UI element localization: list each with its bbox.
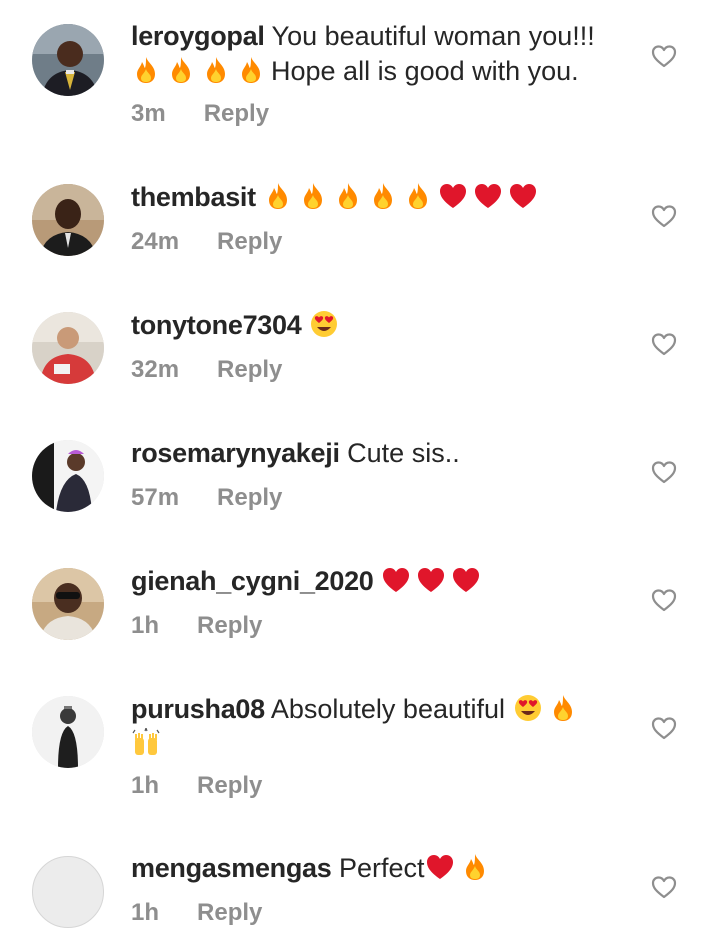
heart-outline-icon[interactable] [651, 44, 677, 68]
comment-meta: 1h Reply [131, 612, 262, 640]
comment-meta: 3m Reply [131, 100, 269, 128]
comment-meta: 1h Reply [131, 772, 262, 800]
avatar[interactable] [32, 856, 104, 928]
avatar[interactable] [32, 184, 104, 256]
fire-icon [333, 181, 363, 211]
reply-button[interactable]: Reply [204, 100, 269, 127]
comment-text: Perfect [339, 853, 425, 883]
comment-body: thembasit [131, 180, 611, 215]
heart-outline-icon[interactable] [651, 588, 677, 612]
reply-button[interactable]: Reply [197, 772, 262, 799]
comment-username[interactable]: mengasmengas [131, 853, 332, 883]
comment-time: 1h [131, 899, 160, 926]
comment-username[interactable]: thembasit [131, 182, 256, 212]
comment-body: gienah_cygni_2020 [131, 564, 611, 599]
fire-icon [403, 181, 433, 211]
red-heart-icon [451, 565, 481, 595]
avatar[interactable] [32, 696, 104, 768]
comment-time: 1h [131, 612, 160, 639]
comment-text: Hope all is good with you. [271, 56, 579, 86]
fire-icon [263, 181, 293, 211]
comment-meta: 57m Reply [131, 484, 282, 512]
heart-eyes-icon [513, 693, 543, 723]
comment-text: Cute sis.. [347, 438, 460, 468]
fire-icon [201, 55, 231, 85]
red-heart-icon [381, 565, 411, 595]
red-heart-icon [508, 181, 538, 211]
comment-body: purusha08 Absolutely beautiful [131, 692, 611, 762]
reply-button[interactable]: Reply [197, 899, 262, 926]
comment-username[interactable]: leroygopal [131, 21, 265, 51]
comment-body: mengasmengas Perfect [131, 851, 611, 886]
comment-body: rosemarynyakeji Cute sis.. [131, 436, 611, 471]
heart-outline-icon[interactable] [651, 875, 677, 899]
comment-time: 57m [131, 484, 180, 511]
heart-outline-icon[interactable] [651, 332, 677, 356]
avatar[interactable] [32, 568, 104, 640]
comment-time: 24m [131, 228, 180, 255]
fire-icon [236, 55, 266, 85]
reply-button[interactable]: Reply [197, 612, 262, 639]
comment-time: 32m [131, 356, 180, 383]
comment-text: Absolutely beautiful [270, 694, 506, 724]
comment-body: tonytone7304 [131, 308, 611, 343]
reply-button[interactable]: Reply [217, 484, 282, 511]
heart-outline-icon[interactable] [651, 460, 677, 484]
comment-text: You beautiful woman you!!! [271, 21, 595, 51]
fire-icon [131, 55, 161, 85]
raising-hands-icon [131, 728, 161, 758]
fire-icon [298, 181, 328, 211]
comment-meta: 32m Reply [131, 356, 282, 384]
red-heart-icon [438, 181, 468, 211]
comment-body: leroygopal You beautiful woman you!!! Ho… [131, 19, 611, 89]
comment-username[interactable]: tonytone7304 [131, 310, 302, 340]
heart-outline-icon[interactable] [651, 204, 677, 228]
avatar[interactable] [32, 440, 104, 512]
reply-button[interactable]: Reply [217, 356, 282, 383]
avatar[interactable] [32, 312, 104, 384]
comment-time: 3m [131, 100, 166, 127]
comment-time: 1h [131, 772, 160, 799]
heart-outline-icon[interactable] [651, 716, 677, 740]
heart-eyes-icon [309, 309, 339, 339]
fire-icon [166, 55, 196, 85]
comment-username[interactable]: gienah_cygni_2020 [131, 566, 374, 596]
comment-username[interactable]: rosemarynyakeji [131, 438, 340, 468]
avatar[interactable] [32, 24, 104, 96]
comment-meta: 24m Reply [131, 228, 282, 256]
red-heart-icon [416, 565, 446, 595]
comment-username[interactable]: purusha08 [131, 694, 265, 724]
fire-icon [460, 852, 490, 882]
comment-meta: 1h Reply [131, 899, 262, 927]
red-heart-icon [425, 852, 455, 882]
reply-button[interactable]: Reply [217, 228, 282, 255]
fire-icon [368, 181, 398, 211]
fire-icon [548, 693, 578, 723]
red-heart-icon [473, 181, 503, 211]
